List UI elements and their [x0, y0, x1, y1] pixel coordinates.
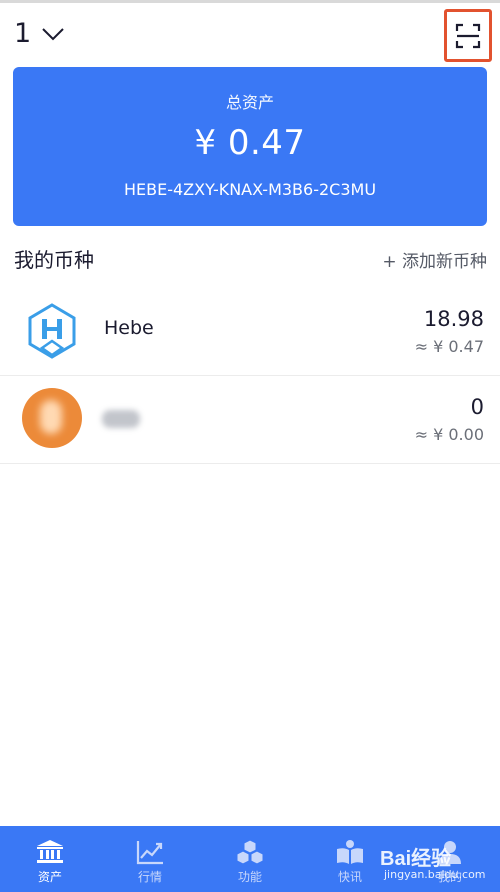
coins-section-header: 我的币种 + 添加新币种 [0, 238, 500, 278]
tab-label: 功能 [237, 870, 262, 884]
tab-label: 资产 [37, 870, 62, 884]
chart-icon [136, 841, 163, 865]
coin-amount: 0 [470, 395, 484, 419]
tab-label: 行情 [137, 870, 162, 884]
add-coin-button[interactable]: + 添加新币种 [382, 247, 487, 272]
coin-name: Hebe [104, 317, 154, 339]
scan-button[interactable] [444, 9, 492, 62]
tab-label: 我的 [437, 870, 462, 884]
coin-name-obscured [102, 410, 140, 428]
scan-icon [455, 23, 481, 48]
coin-value: ≈ ¥ 0.00 [414, 425, 484, 444]
wallet-number: 1 [14, 18, 32, 49]
tab-features[interactable]: 功能 [200, 826, 300, 892]
tab-label: 快讯 [337, 870, 362, 884]
cubes-icon [236, 839, 264, 865]
tab-market[interactable]: 行情 [100, 826, 200, 892]
coins-section-title: 我的币种 [14, 248, 94, 272]
bottom-tab-bar: 资产 行情 功能 快讯 我的 [0, 826, 500, 892]
tab-news[interactable]: 快讯 [300, 826, 400, 892]
coin-value: ≈ ¥ 0.47 [414, 337, 484, 356]
bank-icon [37, 840, 63, 863]
tab-profile[interactable]: 我的 [400, 826, 500, 892]
header: 1 [0, 3, 500, 63]
hebe-logo-icon [28, 303, 76, 359]
user-icon [439, 841, 461, 864]
avatar-blur-shape [40, 400, 62, 434]
coin-row-second[interactable]: 0 ≈ ¥ 0.00 [0, 375, 500, 464]
chevron-down-icon [42, 28, 64, 41]
orange-coin-avatar [22, 388, 82, 448]
total-assets-card: 总资产 ¥ 0.47 HEBE-4ZXY-KNAX-M3B6-2C3MU [13, 67, 487, 226]
wallet-selector[interactable]: 1 [14, 17, 65, 51]
coin-amount: 18.98 [423, 307, 484, 331]
book-icon [337, 840, 363, 864]
wallet-address[interactable]: HEBE-4ZXY-KNAX-M3B6-2C3MU [13, 180, 487, 199]
total-assets-label: 总资产 [225, 93, 274, 112]
coin-row-hebe[interactable]: Hebe 18.98 ≈ ¥ 0.47 [0, 287, 500, 376]
tab-assets[interactable]: 资产 [0, 826, 100, 892]
total-assets-value: ¥ 0.47 [194, 123, 306, 163]
